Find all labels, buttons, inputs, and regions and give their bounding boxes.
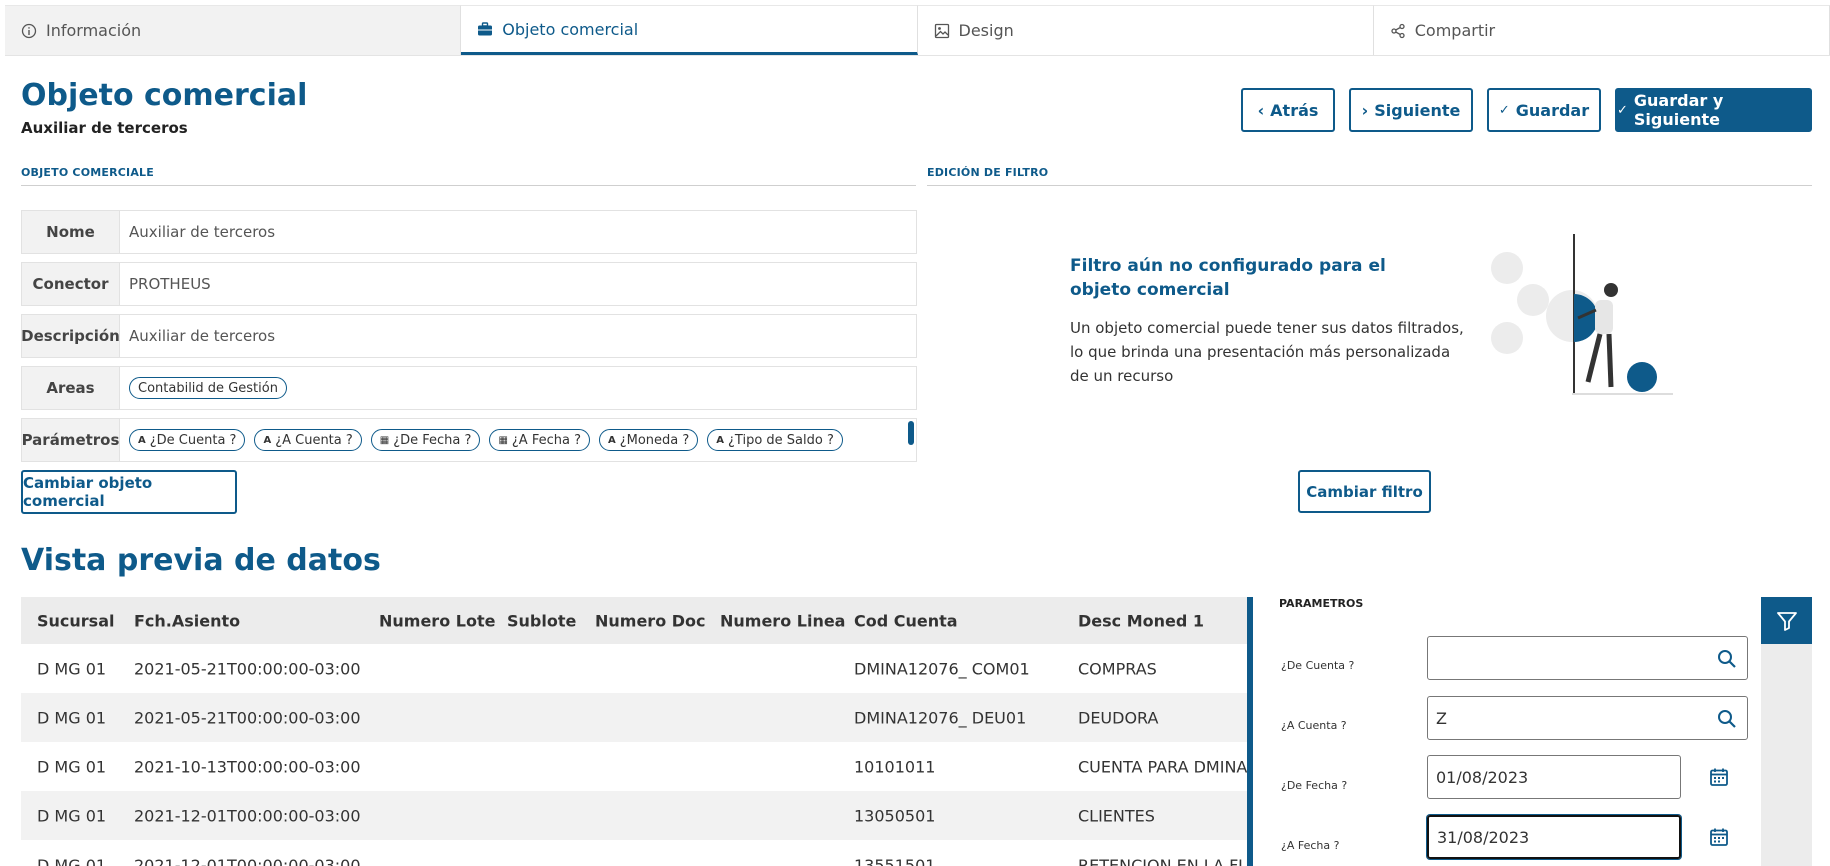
table-row[interactable]: D MG 01 2021-10-13T00:00:00-03:00 101010…: [21, 742, 1248, 791]
text-type-icon: A: [716, 434, 725, 446]
column-header: Fch.Asiento: [134, 611, 241, 630]
column-header: Numero Lote: [379, 611, 496, 630]
param-label: ¿De Fecha ?: [1281, 779, 1348, 792]
parameters-title: PARAMETROS: [1279, 597, 1364, 610]
calendar-icon: ▦: [498, 434, 508, 446]
table-row[interactable]: D MG 01 2021-12-01T00:00:00-03:00 135515…: [21, 840, 1248, 866]
search-icon[interactable]: [1717, 709, 1737, 729]
column-header: Sublote: [507, 611, 577, 630]
field-row-description: Descripción Auxiliar de terceros: [21, 314, 917, 358]
calendar-icon: ▦: [379, 434, 390, 446]
tab-bar: Información Objeto comercial Design Comp…: [5, 5, 1830, 56]
param-chip: A ¿De Cuenta ?: [129, 429, 246, 451]
tab-design[interactable]: Design: [917, 5, 1374, 55]
tab-label: Compartir: [1414, 21, 1496, 40]
preview-table: Sucursal Fch.Asiento Numero Lote Sublote…: [21, 597, 1248, 866]
tab-informacion[interactable]: Información: [5, 5, 462, 55]
save-button[interactable]: ✓ Guardar: [1487, 88, 1601, 132]
tab-label: Objeto comercial: [502, 19, 639, 39]
calendar-icon[interactable]: [1709, 827, 1729, 847]
save-and-next-button[interactable]: ✓ Guardar y Siguiente: [1615, 88, 1812, 132]
param-label: ¿A Cuenta ?: [1281, 719, 1347, 732]
change-object-button[interactable]: Cambiar objeto comercial: [21, 470, 237, 514]
text-type-icon: A: [607, 434, 616, 446]
column-header: Cod Cuenta: [854, 611, 958, 630]
filter-section-label: EDICIÓN DE FILTRO: [927, 166, 1812, 186]
table-row[interactable]: D MG 01 2021-12-01T00:00:00-03:00 130505…: [21, 791, 1248, 840]
page-title: Objeto comercial: [21, 78, 308, 113]
column-header: Desc Moned 1: [1078, 611, 1205, 630]
area-chip: Contabilid de Gestión: [129, 377, 287, 399]
preview-title: Vista previa de datos: [21, 543, 381, 578]
param-chip: A ¿Tipo de Saldo ?: [707, 429, 843, 451]
de-cuenta-input[interactable]: [1427, 636, 1748, 680]
search-icon[interactable]: [1717, 649, 1737, 669]
field-value: PROTHEUS: [129, 275, 211, 293]
param-chip: ▦ ¿De Fecha ?: [370, 429, 481, 451]
field-row-name: Nome Auxiliar de terceros: [21, 210, 917, 254]
de-fecha-input[interactable]: 01/08/2023: [1427, 755, 1681, 799]
field-row-areas: Areas Contabilid de Gestión: [21, 366, 917, 410]
change-filter-button[interactable]: Cambiar filtro: [1298, 470, 1431, 513]
back-button[interactable]: ‹ Atrás: [1241, 88, 1335, 132]
field-label: Conector: [22, 263, 120, 305]
param-label: ¿De Cuenta ?: [1281, 659, 1355, 672]
chevron-left-icon: ‹: [1257, 100, 1265, 120]
field-row-params: Parámetros A ¿De Cuenta ? A ¿A Cuenta ? ▦ ¿…: [21, 418, 917, 462]
next-button[interactable]: › Siguiente: [1349, 88, 1473, 132]
field-value: Contabilid de Gestión: [120, 367, 916, 409]
chevron-right-icon: ›: [1361, 100, 1369, 120]
field-value: Auxiliar de terceros: [129, 327, 276, 345]
filter-empty-title: Filtro aún no configurado para el objeto…: [1070, 256, 1386, 300]
tab-objeto-comercial[interactable]: Objeto comercial: [461, 5, 918, 55]
params-scrollbar[interactable]: [908, 421, 914, 445]
text-type-icon: A: [138, 434, 146, 446]
tab-label: Design: [958, 21, 1014, 40]
field-value: Auxiliar de terceros: [129, 223, 276, 241]
field-label: Nome: [22, 211, 120, 253]
calendar-icon[interactable]: [1709, 767, 1729, 787]
field-row-connector: Conector PROTHEUS: [21, 262, 917, 306]
column-header: Numero Doc: [595, 611, 706, 630]
table-header-row: Sucursal Fch.Asiento Numero Lote Sublote…: [21, 597, 1248, 644]
filter-toggle-button[interactable]: [1761, 597, 1812, 644]
tab-label: Información: [46, 21, 142, 40]
filter-empty-description: Un objeto comercial puede tener sus dato…: [1070, 319, 1464, 385]
a-fecha-input[interactable]: 31/08/2023: [1427, 815, 1681, 859]
empty-state-illustration-icon: [1491, 234, 1673, 395]
page-subtitle: Auxiliar de terceros: [21, 119, 188, 137]
table-row[interactable]: D MG 01 2021-05-21T00:00:00-03:00 DMINA1…: [21, 644, 1248, 693]
column-header: Numero Linea: [720, 611, 846, 630]
text-type-icon: A: [263, 434, 272, 446]
param-chip: A ¿A Cuenta ?: [254, 429, 362, 451]
field-label: Areas: [22, 367, 120, 409]
tab-compartir[interactable]: Compartir: [1373, 5, 1830, 55]
field-label: Descripción: [21, 315, 120, 357]
field-label: Parámetros: [22, 419, 120, 461]
column-header: Sucursal: [37, 611, 115, 630]
share-icon: [1390, 23, 1406, 39]
param-label: ¿A Fecha ?: [1281, 839, 1340, 852]
a-cuenta-input[interactable]: Z: [1427, 696, 1748, 740]
param-chip: ▦ ¿A Fecha ?: [489, 429, 590, 451]
table-row[interactable]: D MG 01 2021-05-21T00:00:00-03:00 DMINA1…: [21, 693, 1248, 742]
image-icon: [934, 23, 950, 39]
params-chip-list[interactable]: A ¿De Cuenta ? A ¿A Cuenta ? ▦ ¿De Fecha ? …: [120, 419, 916, 461]
check-icon: ✓: [1617, 102, 1628, 118]
param-chip: A ¿Moneda ?: [598, 429, 699, 451]
object-section-label: OBJETO COMERCIALE: [21, 166, 916, 186]
funnel-icon: [1776, 611, 1797, 631]
briefcase-icon: [477, 21, 493, 37]
check-icon: ✓: [1498, 102, 1510, 118]
parameters-panel: PARAMETROS ¿De Cuenta ? ¿A Cuenta ? Z ¿D…: [1253, 597, 1761, 866]
info-icon: [21, 23, 37, 39]
